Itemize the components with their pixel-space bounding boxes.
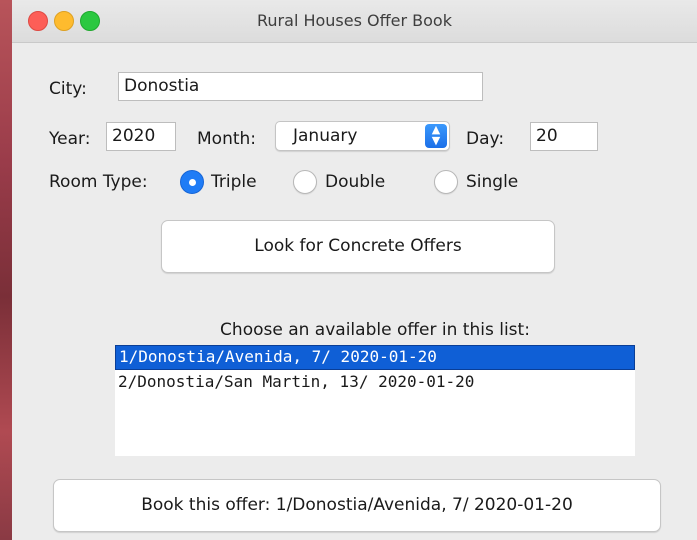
radio-triple-label[interactable]: Triple xyxy=(211,171,257,193)
year-label: Year: xyxy=(49,129,91,149)
desktop-background-strip xyxy=(0,0,12,540)
month-label: Month: xyxy=(197,129,257,149)
app-window: Rural Houses Offer Book City: Donostia Y… xyxy=(12,0,697,540)
chevron-up-down-icon: ▲ ▼ xyxy=(425,124,447,148)
day-input[interactable]: 20 xyxy=(530,122,598,151)
month-select-value: January xyxy=(293,126,358,146)
city-label: City: xyxy=(49,79,87,99)
city-input[interactable]: Donostia xyxy=(118,72,483,101)
radio-double-label[interactable]: Double xyxy=(325,171,385,193)
radio-double[interactable] xyxy=(293,170,317,194)
radio-single[interactable] xyxy=(434,170,458,194)
window-title: Rural Houses Offer Book xyxy=(257,11,452,30)
radio-single-label[interactable]: Single xyxy=(466,171,518,193)
offer-list-item[interactable]: 1/Donostia/Avenida, 7/ 2020-01-20 xyxy=(115,345,635,370)
book-offer-button[interactable]: Book this offer: 1/Donostia/Avenida, 7/ … xyxy=(53,479,661,532)
radio-triple[interactable] xyxy=(180,170,204,194)
month-select[interactable]: January ▲ ▼ xyxy=(275,121,450,151)
year-input[interactable]: 2020 xyxy=(106,122,176,151)
room-type-label: Room Type: xyxy=(49,172,148,192)
offers-list-title: Choose an available offer in this list: xyxy=(220,320,530,340)
offers-list[interactable]: 1/Donostia/Avenida, 7/ 2020-01-20 2/Dono… xyxy=(115,345,635,456)
offer-list-item[interactable]: 2/Donostia/San Martin, 13/ 2020-01-20 xyxy=(115,370,635,395)
title-bar[interactable]: Rural Houses Offer Book xyxy=(12,0,697,43)
look-for-offers-button[interactable]: Look for Concrete Offers xyxy=(161,220,555,273)
day-label: Day: xyxy=(466,129,505,149)
